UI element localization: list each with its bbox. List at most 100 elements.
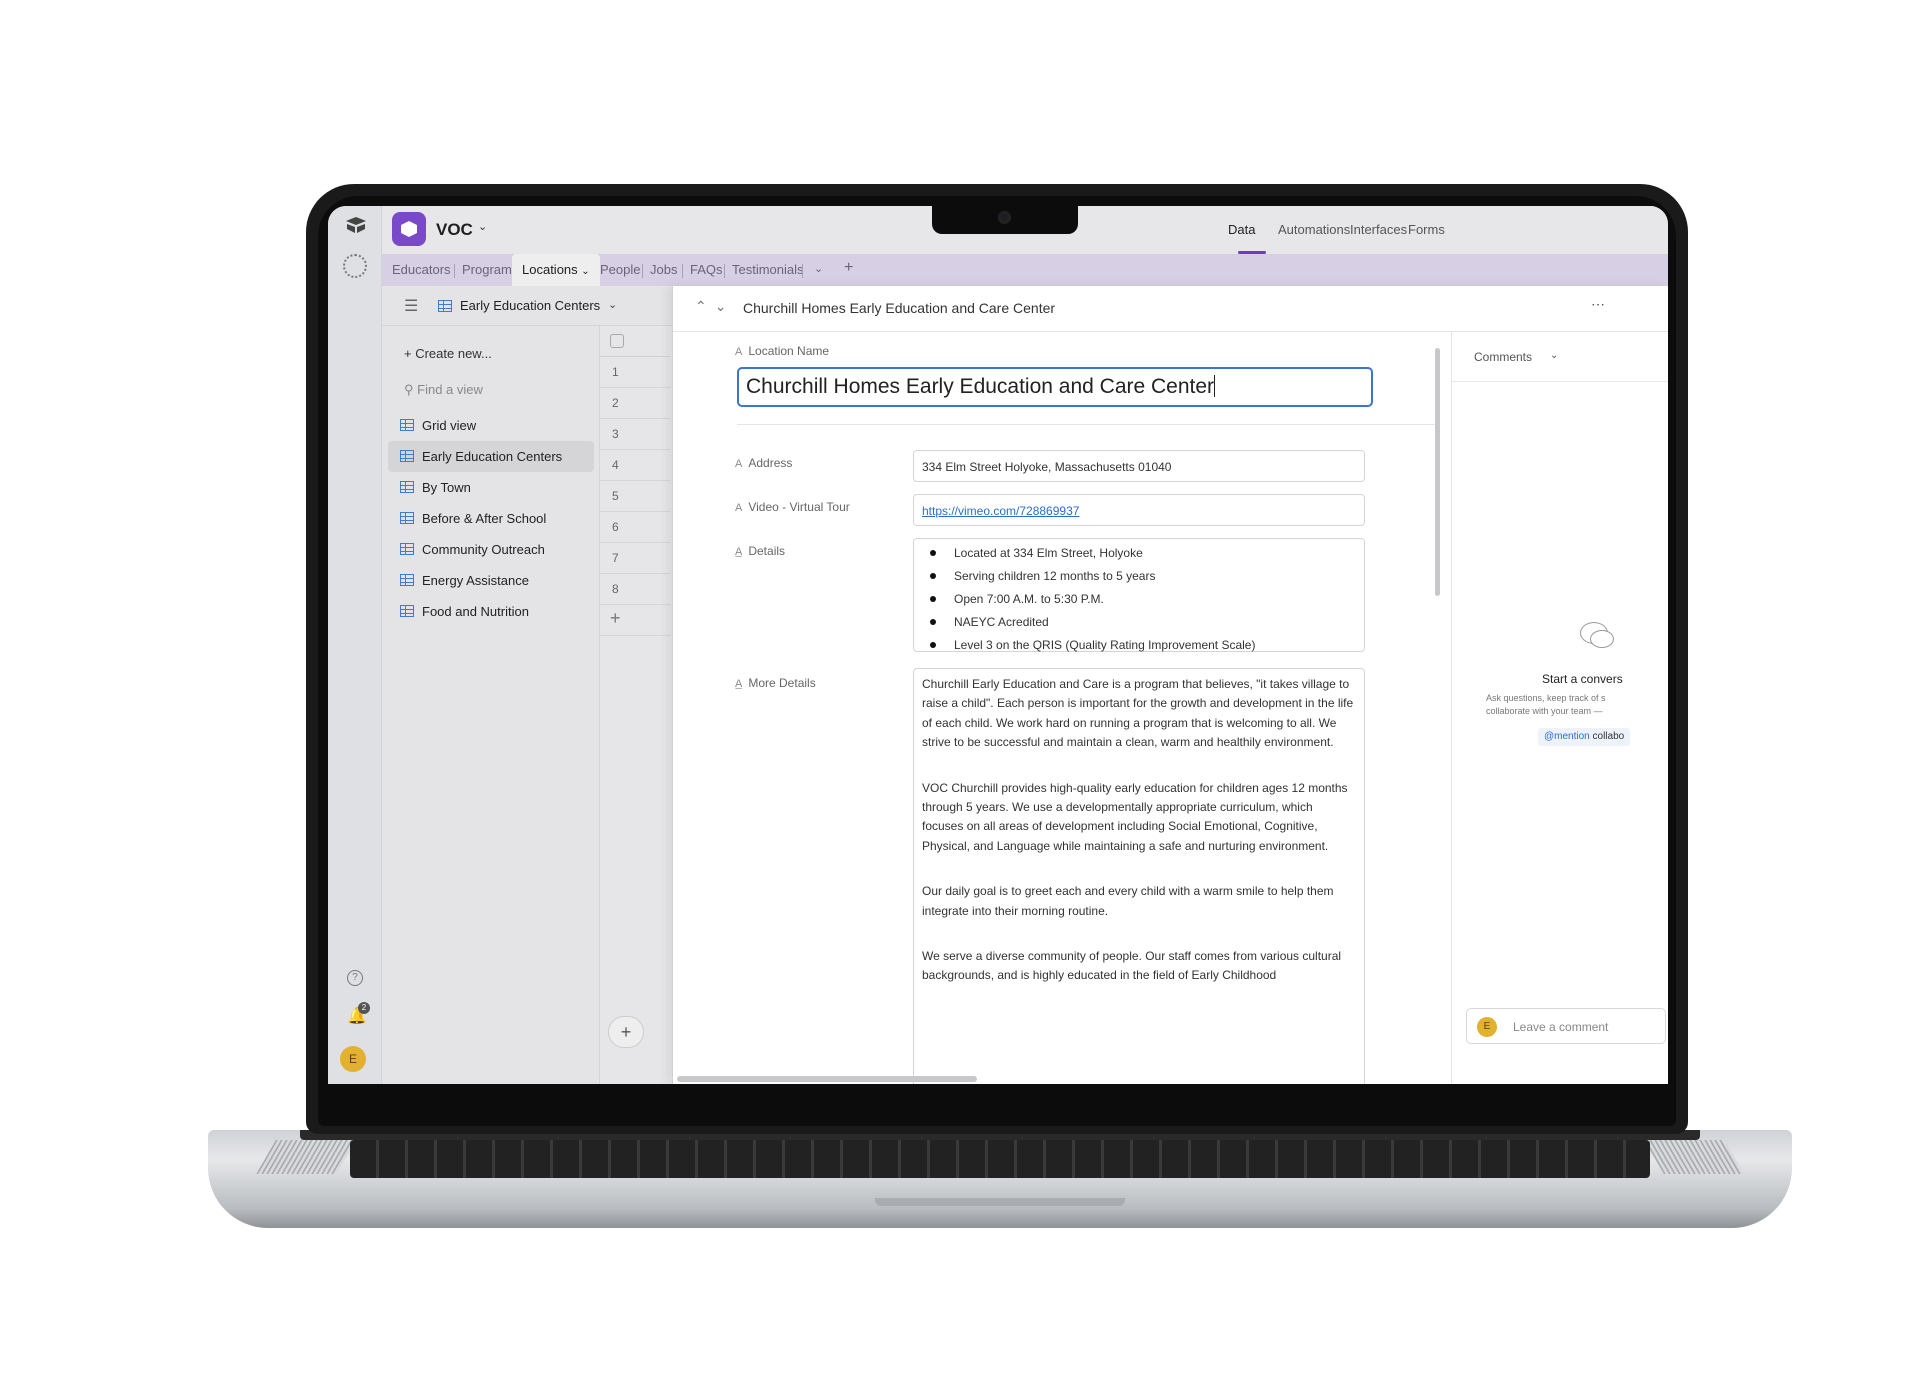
table-row[interactable]: 8	[600, 574, 670, 605]
table-row[interactable]: 1	[600, 357, 670, 388]
view-list: Grid view Early Education Centers By Tow…	[388, 410, 594, 627]
view-item-early-education-centers[interactable]: Early Education Centers	[388, 441, 594, 472]
tab-faqs[interactable]: FAQs	[690, 262, 723, 277]
comment-bubble-icon	[1590, 630, 1614, 648]
grid-view-icon	[400, 543, 414, 555]
nav-data[interactable]: Data	[1228, 222, 1255, 237]
tab-programs[interactable]: Programs	[462, 262, 518, 277]
table-row[interactable]: 4	[600, 450, 670, 481]
horizontal-scrollbar[interactable]	[677, 1076, 977, 1082]
record-nav-chevrons[interactable]: ⌃⌄	[695, 298, 734, 315]
more-details-field[interactable]: Churchill Early Education and Care is a …	[913, 668, 1365, 1084]
mention-chip: @mention collabo	[1538, 728, 1631, 746]
mention-label: @mention	[1544, 731, 1590, 742]
tab-separator	[454, 264, 455, 278]
grid-view-icon	[400, 605, 414, 617]
grid-header	[600, 326, 670, 357]
add-record-button[interactable]: +	[608, 1016, 644, 1048]
list-item: Located at 334 Elm Street, Holyoke	[926, 545, 1364, 568]
details-field[interactable]: Located at 334 Elm Street, Holyoke Servi…	[913, 538, 1365, 652]
address-label-text: Address	[748, 456, 793, 470]
view-item-community-outreach[interactable]: Community Outreach	[388, 534, 594, 565]
table-row[interactable]: 5	[600, 481, 670, 512]
nav-interfaces[interactable]: Interfaces	[1350, 222, 1407, 237]
chevron-up-icon[interactable]: ⌃	[695, 298, 715, 314]
view-label: Before & After School	[422, 511, 547, 526]
field-divider	[737, 424, 1437, 425]
base-logo-icon[interactable]	[345, 216, 367, 234]
view-label: Early Education Centers	[422, 449, 563, 464]
view-item-by-town[interactable]: By Town	[388, 472, 594, 503]
chevron-down-icon[interactable]: ⌄	[608, 298, 617, 311]
video-link[interactable]: https://vimeo.com/728869937	[922, 504, 1079, 518]
tab-jobs[interactable]: Jobs	[650, 262, 677, 277]
address-value: 334 Elm Street Holyoke, Massachusetts 01…	[922, 460, 1172, 474]
record-fields: A Location Name Churchill Homes Early Edu…	[673, 332, 1443, 1084]
grid-view-icon	[400, 450, 414, 462]
location-name-input[interactable]: Churchill Homes Early Education and Care…	[737, 367, 1373, 407]
trackpad-notch	[875, 1198, 1125, 1206]
table-row[interactable]: 3	[600, 419, 670, 450]
video-field[interactable]: https://vimeo.com/728869937	[913, 494, 1365, 526]
address-field[interactable]: 334 Elm Street Holyoke, Massachusetts 01…	[913, 450, 1365, 482]
find-view-input[interactable]: ⚲ Find a view	[404, 382, 483, 398]
view-item-energy-assistance[interactable]: Energy Assistance	[388, 565, 594, 596]
tab-separator	[642, 264, 643, 278]
select-all-checkbox[interactable]	[610, 334, 624, 348]
hamburger-icon[interactable]: ☰	[404, 296, 418, 316]
details-label: A̲ Details	[735, 544, 785, 558]
location-name-label: A Location Name	[735, 344, 829, 358]
tab-people[interactable]: People	[600, 262, 640, 277]
avatar: E	[1477, 1017, 1497, 1037]
help-icon[interactable]: ?	[347, 970, 363, 986]
plus-icon: +	[404, 346, 416, 361]
camera-notch	[932, 206, 1078, 234]
view-label: By Town	[422, 480, 471, 495]
user-avatar[interactable]: E	[340, 1046, 366, 1072]
nav-automations[interactable]: Automations	[1278, 222, 1350, 237]
tab-testimonials[interactable]: Testimonials	[732, 262, 804, 277]
table-row[interactable]: 6	[600, 512, 670, 543]
long-text-icon: A̲	[735, 546, 743, 558]
more-details-paragraph: VOC Churchill provides high-quality earl…	[922, 780, 1348, 853]
keyboard	[350, 1140, 1650, 1178]
grid-view-icon	[400, 419, 414, 431]
more-details-label-text: More Details	[748, 676, 816, 690]
find-view-placeholder: Find a view	[417, 382, 483, 397]
tab-locations[interactable]: Locations ⌄	[512, 254, 600, 286]
add-row-plus-icon[interactable]: +	[600, 605, 670, 636]
tab-separator	[724, 264, 725, 278]
comment-input[interactable]: E Leave a comment	[1466, 1008, 1666, 1044]
view-item-grid[interactable]: Grid view	[388, 410, 594, 441]
tab-educators[interactable]: Educators	[392, 262, 451, 277]
more-icon[interactable]: ⋯	[1591, 296, 1605, 313]
table-row[interactable]: 7	[600, 543, 670, 574]
view-item-before-after-school[interactable]: Before & After School	[388, 503, 594, 534]
nav-forms[interactable]: Forms	[1408, 222, 1445, 237]
record-header: ⌃⌄ Churchill Homes Early Education and C…	[673, 286, 1668, 332]
chevron-down-icon: ⌄	[581, 266, 590, 277]
table-row[interactable]: 2	[600, 388, 670, 419]
location-name-label-text: Location Name	[748, 344, 830, 358]
view-label: Grid view	[422, 418, 477, 433]
record-grid: 1 2 3 4 5 6 7 8 + +	[600, 326, 670, 1084]
start-conversation-body: Ask questions, keep track of s collabora…	[1486, 693, 1606, 716]
create-new-button[interactable]: + Create new...	[404, 346, 492, 361]
mention-rest: collabo	[1589, 731, 1625, 742]
chevron-down-icon[interactable]: ⌄	[715, 298, 735, 314]
record-title: Churchill Homes Early Education and Care…	[743, 300, 1056, 316]
grid-view-icon	[400, 574, 414, 586]
video-label-text: Video - Virtual Tour	[748, 500, 850, 514]
chevron-down-icon[interactable]: ⌄	[1550, 350, 1558, 361]
view-label: Community Outreach	[422, 542, 545, 557]
comments-dropdown[interactable]: Comments	[1474, 350, 1532, 364]
create-new-label: Create new...	[415, 346, 492, 361]
location-name-value: Churchill Homes Early Education and Care…	[746, 375, 1215, 398]
tab-separator	[802, 264, 803, 278]
current-view-title[interactable]: Early Education Centers	[460, 298, 600, 313]
add-table-plus-icon[interactable]: +	[844, 259, 853, 277]
vertical-scrollbar[interactable]	[1435, 348, 1440, 596]
workspace-ring-icon[interactable]	[343, 254, 367, 278]
view-item-food-and-nutrition[interactable]: Food and Nutrition	[388, 596, 594, 627]
more-tabs-chevron-icon[interactable]: ⌄	[814, 262, 823, 275]
